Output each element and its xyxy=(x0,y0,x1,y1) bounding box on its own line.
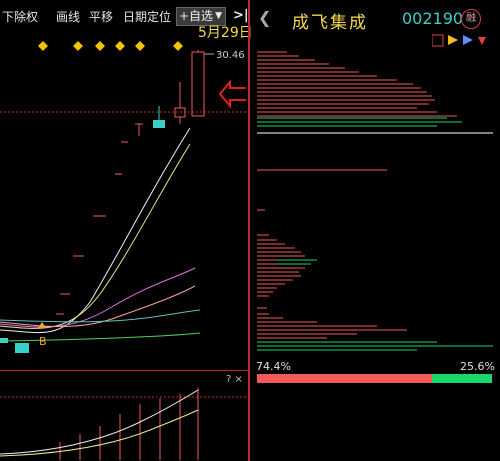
event-diamond xyxy=(173,41,183,51)
ratio-bar-profit xyxy=(257,374,432,383)
margin-badge-icon: 融 xyxy=(461,9,481,29)
loss-percent: 25.6% xyxy=(460,360,495,373)
loss-chips xyxy=(257,117,493,351)
volume-chart[interactable] xyxy=(0,372,253,461)
chart-separator xyxy=(0,370,250,371)
date-label: 5月29日 xyxy=(198,25,253,41)
panel-divider xyxy=(248,0,250,461)
ma-line-cyan xyxy=(0,309,201,323)
event-diamond xyxy=(95,41,105,51)
stock-code: 002190 xyxy=(402,9,464,28)
volume-ma-line-2 xyxy=(0,409,199,457)
ex-rights-button[interactable]: 下除权 xyxy=(2,8,38,26)
volume-ma-line xyxy=(0,389,199,455)
event-diamond xyxy=(115,41,125,51)
buy-marker-b: B xyxy=(39,335,47,348)
ratio-bar xyxy=(257,374,492,383)
event-diamond xyxy=(73,41,83,51)
watchlist-select-label: +自选 xyxy=(179,9,214,23)
event-diamond xyxy=(38,41,48,51)
candlestick-chart[interactable]: B xyxy=(0,32,253,370)
chevron-left-icon[interactable]: ❮ xyxy=(258,8,271,27)
date-locate-button[interactable]: 日期定位 xyxy=(123,8,171,26)
draw-line-button[interactable]: 画线 xyxy=(56,8,80,26)
ma-line-white xyxy=(0,127,191,334)
event-markers xyxy=(38,41,183,51)
profit-chips xyxy=(257,51,457,339)
candles xyxy=(0,50,214,353)
buy-arrow-icon xyxy=(38,322,46,328)
event-diamond xyxy=(135,41,145,51)
ma-line-green xyxy=(0,332,201,342)
profit-percent: 74.4% xyxy=(256,360,291,373)
top-price-label: 30.46 xyxy=(216,50,245,61)
pan-button[interactable]: 平移 xyxy=(89,8,113,26)
chip-histogram xyxy=(257,51,493,351)
volume-bars xyxy=(59,388,199,460)
annotation-arrow-icon xyxy=(218,80,246,109)
